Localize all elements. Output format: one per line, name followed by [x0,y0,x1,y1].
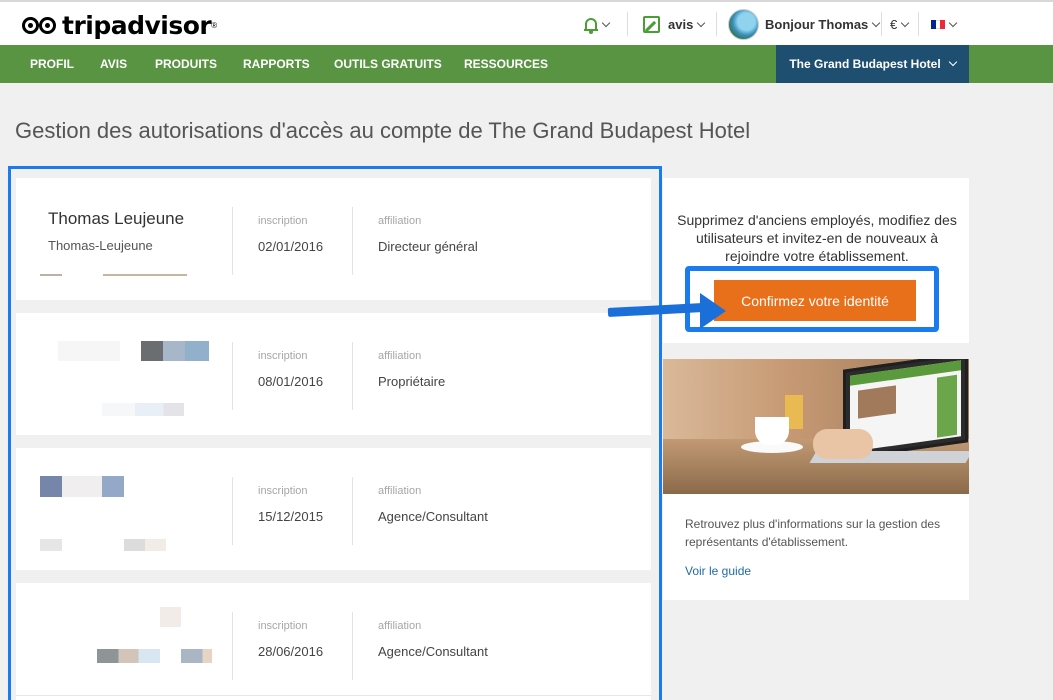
currency-selector[interactable]: € [890,2,910,47]
affiliation-label: affiliation [378,620,422,632]
logo-text: tripadvisor [62,11,212,40]
guide-text: Retrouvez plus d'informations sur la ges… [685,517,941,549]
guide-card: Retrouvez plus d'informations sur la ges… [663,494,969,600]
affiliation-value: Agence/Consultant [378,644,488,659]
tripadvisor-logo[interactable]: tripadvisor ® [22,11,217,40]
chevron-down-icon [697,18,706,27]
inscription-date: 28/06/2016 [258,644,324,659]
nav-ressources[interactable]: RESSOURCES [464,45,548,83]
chevron-down-icon [948,18,958,27]
nav-rapports[interactable]: RAPPORTS [243,45,310,83]
nav-avis[interactable]: AVIS [100,45,127,83]
chevron-down-icon [872,18,881,27]
registered-mark: ® [211,21,218,30]
nav-outils-gratuits[interactable]: OUTILS GRATUITS [334,45,442,83]
pointer-arrowhead-icon [700,293,726,329]
avatar [728,9,759,40]
inscription-label: inscription [258,350,308,362]
affiliation-value: Directeur général [378,239,478,254]
write-review-icon [643,16,660,33]
chevron-down-icon [900,18,910,27]
user-row[interactable]: Thomas Leujeune Thomas-Leujeune inscript… [16,178,651,300]
notifications-button[interactable] [584,2,611,47]
user-row[interactable]: inscription 15/12/2015 affiliation Agenc… [16,448,651,570]
user-row [16,695,651,700]
user-name: Thomas Leujeune [48,209,185,228]
hotel-selector-label: The Grand Budapest Hotel [789,57,941,71]
redacted-login [40,539,62,551]
inscription-label: inscription [258,485,308,497]
affiliation-label: affiliation [378,485,422,497]
inscription-date: 15/12/2015 [258,509,324,524]
user-row[interactable]: inscription 28/06/2016 affiliation Agenc… [16,583,651,695]
top-header: tripadvisor ® avis Bonjour Thomas € [0,0,1053,45]
manage-access-text: Supprimez d'anciens employés, modifiez d… [677,212,957,264]
greeting: Bonjour Thomas [765,17,869,32]
owl-logo-icon [22,15,58,37]
affiliation-value: Propriétaire [378,374,446,389]
reviews-label: avis [668,17,694,32]
redacted-login [102,403,184,416]
inscription-label: inscription [258,215,308,227]
affiliation-label: affiliation [378,215,422,227]
france-flag-icon [931,20,946,29]
chevron-down-icon [948,57,957,67]
redacted-login [97,649,160,663]
redacted-name [40,476,62,497]
reviews-menu[interactable]: avis [643,2,706,47]
chevron-down-icon [601,18,611,27]
inscription-date: 02/01/2016 [258,239,324,254]
user-login: Thomas-Leujeune [48,238,153,253]
account-menu[interactable]: Bonjour Thomas [728,2,881,47]
redacted-name [58,341,120,361]
nav-profil[interactable]: PROFIL [30,45,74,83]
page-title: Gestion des autorisations d'accès au com… [15,118,751,143]
redacted-name [160,607,181,627]
inscription-label: inscription [258,620,308,632]
guide-link[interactable]: Voir le guide [685,564,751,578]
user-row[interactable]: inscription 08/01/2016 affiliation Propr… [16,313,651,435]
affiliation-value: Agence/Consultant [378,509,488,524]
inscription-date: 08/01/2016 [258,374,324,389]
confirm-identity-button[interactable]: Confirmez votre identité [714,280,916,321]
hotel-selector[interactable]: The Grand Budapest Hotel [776,45,969,83]
affiliation-label: affiliation [378,350,422,362]
laptop-cafe-photo [663,359,969,494]
language-selector[interactable] [931,2,958,47]
currency-symbol: € [890,17,898,32]
nav-produits[interactable]: PRODUITS [155,45,217,83]
bell-icon [584,17,598,34]
